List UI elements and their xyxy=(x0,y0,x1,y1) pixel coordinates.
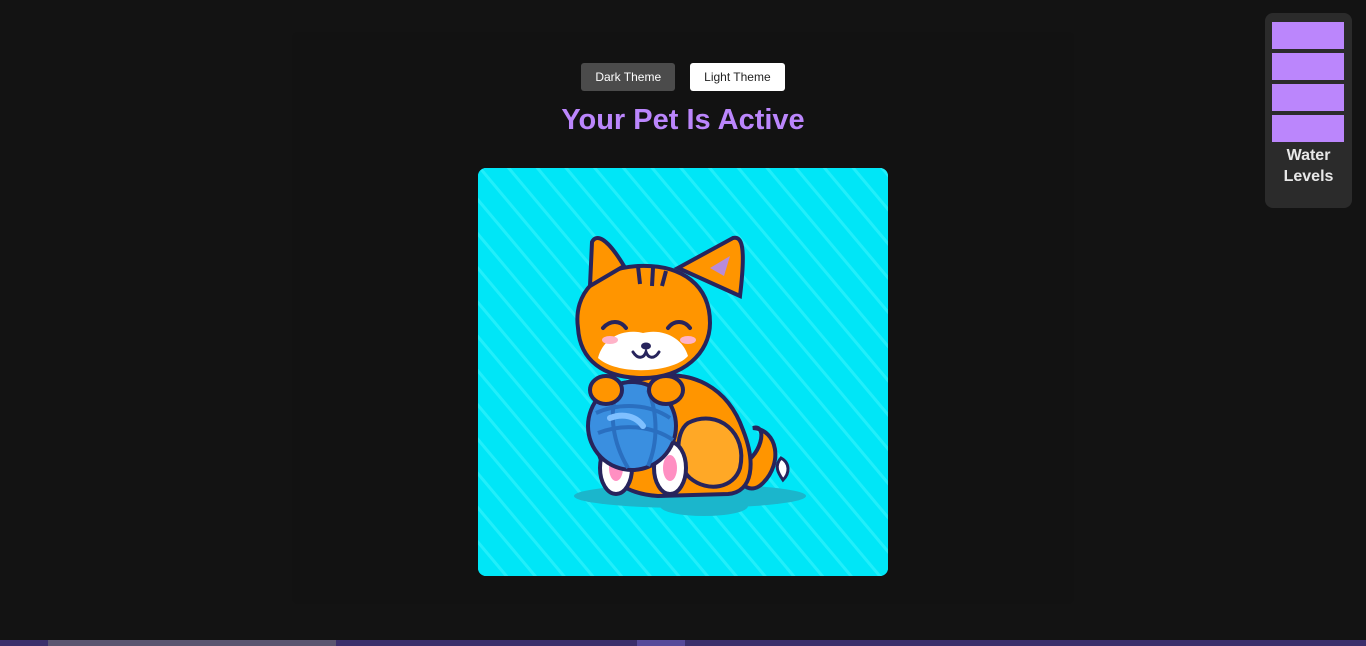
cat-with-yarn-illustration xyxy=(478,168,888,576)
pet-image xyxy=(478,168,888,576)
scrollbar-thumb[interactable] xyxy=(48,640,336,646)
app-page: Dark Theme Light Theme Your Pet Is Activ… xyxy=(0,0,1366,646)
dark-theme-button[interactable]: Dark Theme xyxy=(581,63,676,91)
water-levels-label-line2: Levels xyxy=(1283,168,1334,185)
water-level-bar xyxy=(1272,84,1344,111)
water-level-bar xyxy=(1272,53,1344,80)
water-levels-label-line1: Water xyxy=(1286,147,1331,164)
water-level-bar xyxy=(1272,22,1344,49)
theme-toggle-group: Dark Theme Light Theme xyxy=(0,63,1366,91)
water-levels-label: Water Levels xyxy=(1265,145,1352,187)
water-level-bar xyxy=(1272,115,1344,142)
pet-status-title: Your Pet Is Active xyxy=(561,104,805,136)
water-levels-panel: Water Levels xyxy=(1265,13,1352,208)
scrollbar-marker xyxy=(637,640,685,646)
light-theme-button[interactable]: Light Theme xyxy=(690,63,785,91)
